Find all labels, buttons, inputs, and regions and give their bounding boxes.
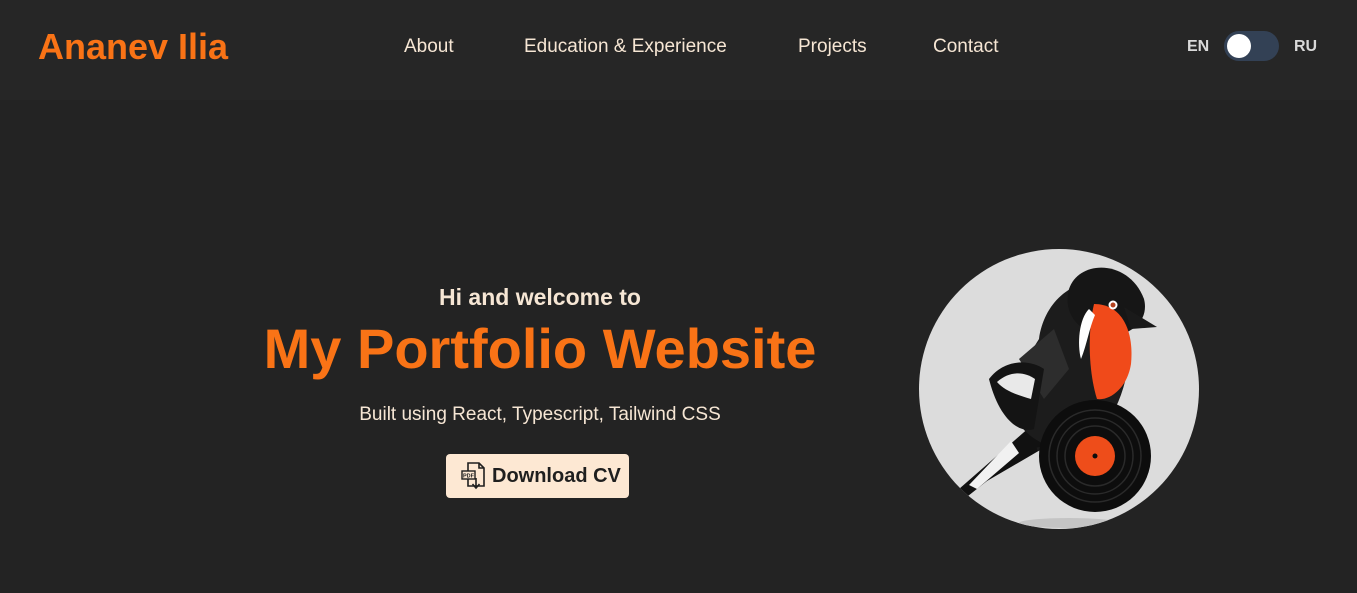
- nav-link-contact[interactable]: Contact: [933, 36, 998, 58]
- download-cv-button[interactable]: PDF Download CV: [446, 454, 629, 498]
- language-toggle-knob: [1227, 34, 1251, 58]
- language-label-en: EN: [1187, 38, 1210, 55]
- hero-greeting: Hi and welcome to: [439, 284, 641, 310]
- hero-subtitle: Built using React, Typescript, Tailwind …: [359, 404, 721, 425]
- pdf-download-icon: PDF: [461, 462, 485, 490]
- main-nav: About Education & Experience Projects Co…: [0, 36, 1357, 60]
- avatar: [919, 249, 1199, 529]
- nav-link-about[interactable]: About: [404, 36, 454, 58]
- nav-link-projects[interactable]: Projects: [798, 36, 867, 58]
- language-toggle[interactable]: [1224, 31, 1279, 61]
- hero-title: My Portfolio Website: [263, 317, 817, 380]
- bird-with-vinyl-record-illustration: [949, 267, 1157, 528]
- nav-link-education-experience[interactable]: Education & Experience: [524, 36, 727, 58]
- language-label-ru: RU: [1294, 38, 1318, 55]
- pdf-icon-text: PDF: [463, 473, 475, 479]
- site-header: Ananev Ilia About Education & Experience…: [0, 0, 1357, 100]
- download-cv-label: Download CV: [492, 465, 621, 487]
